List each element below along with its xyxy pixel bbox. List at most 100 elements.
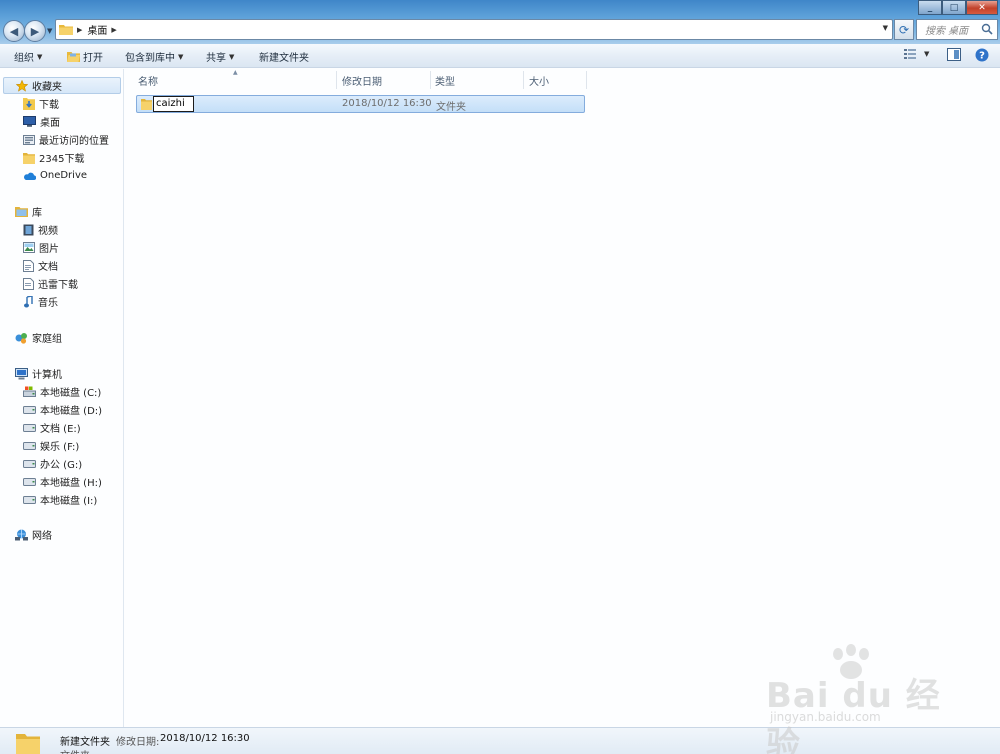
file-list-pane: ▲ 名称 修改日期 类型 大小 caizhi 2018/10/12 16:30 … (125, 69, 1000, 727)
nav-item-videos[interactable]: 视频 (23, 221, 58, 238)
nav-label: 2345下载 (39, 154, 85, 165)
nav-label: 视频 (38, 226, 58, 237)
address-dropdown-icon[interactable]: ▼ (883, 24, 888, 32)
network-icon (15, 529, 28, 540)
organize-button[interactable]: 组织 ▼ (14, 49, 43, 65)
breadcrumb-separator-icon[interactable]: ▶ (111, 26, 116, 34)
organize-label: 组织 (14, 53, 34, 64)
minimize-button[interactable]: _ (918, 0, 942, 15)
preview-pane-icon (947, 48, 961, 61)
nav-homegroup[interactable]: 家庭组 (15, 329, 62, 346)
column-resize-handle[interactable] (430, 71, 431, 89)
share-label: 共享 (206, 53, 226, 64)
details-item-type: 文件夹 (60, 747, 90, 754)
nav-label: 娱乐 (F:) (40, 442, 80, 453)
refresh-icon: ⟳ (898, 22, 910, 37)
column-resize-handle[interactable] (523, 71, 524, 89)
new-folder-button[interactable]: 新建文件夹 (259, 49, 309, 64)
rename-input[interactable]: caizhi (153, 96, 194, 112)
file-type: 文件夹 (436, 102, 466, 113)
chevron-down-icon[interactable]: ▼ (924, 50, 929, 58)
column-header-name[interactable]: 名称 (138, 71, 158, 89)
recent-pages-dropdown[interactable]: ▼ (47, 27, 52, 35)
document-icon (23, 259, 34, 272)
hard-drive-icon (23, 423, 36, 432)
navigation-pane: 收藏夹 下载 桌面 最近访问的位置 2345下载 OneDrive 库 视频 图… (0, 69, 124, 727)
hard-drive-icon (23, 495, 36, 504)
hard-drive-icon (23, 405, 36, 414)
desktop-icon (23, 116, 36, 127)
search-placeholder: 搜索 桌面 (925, 26, 969, 37)
nav-libraries[interactable]: 库 (15, 203, 42, 220)
chevron-down-icon: ▼ (37, 52, 43, 61)
breadcrumb-separator-icon[interactable]: ▶ (77, 26, 82, 34)
column-label: 名称 (138, 76, 158, 88)
change-view-button[interactable]: ▼ (904, 48, 929, 60)
nav-drive-e[interactable]: 文档 (E:) (23, 419, 81, 436)
close-button[interactable]: ✕ (966, 0, 998, 15)
nav-drive-i[interactable]: 本地磁盘 (I:) (23, 491, 97, 508)
nav-label: 库 (32, 208, 42, 219)
nav-item-thunder-downloads[interactable]: 迅雷下载 (23, 275, 78, 292)
column-resize-handle[interactable] (336, 71, 337, 89)
title-bar: _ □ ✕ ◀ ▶ ▼ ▶ 桌面 ▶ ▼ ⟳ 搜索 桌面 (0, 0, 1000, 44)
breadcrumb-desktop[interactable]: 桌面 (87, 22, 107, 37)
hard-drive-icon (23, 441, 36, 450)
nav-item-documents[interactable]: 文档 (23, 257, 58, 274)
chevron-down-icon: ▼ (178, 52, 184, 61)
nav-item-recent-places[interactable]: 最近访问的位置 (23, 131, 109, 148)
nav-item-music[interactable]: 音乐 (23, 293, 58, 310)
nav-label: 图片 (39, 244, 59, 255)
nav-item-onedrive[interactable]: OneDrive (23, 167, 87, 184)
downloads-folder-icon (23, 98, 35, 110)
homegroup-icon (15, 332, 27, 344)
star-icon (16, 79, 28, 92)
preview-pane-button[interactable] (947, 48, 961, 61)
file-row[interactable]: caizhi 2018/10/12 16:30 文件夹 (136, 95, 585, 113)
nav-drive-g[interactable]: 办公 (G:) (23, 455, 82, 472)
folder-icon (59, 25, 73, 35)
include-in-library-button[interactable]: 包含到库中 ▼ (125, 49, 184, 65)
nav-item-2345-downloads[interactable]: 2345下载 (23, 149, 84, 166)
forward-button[interactable]: ▶ (24, 20, 46, 42)
chevron-down-icon: ▼ (229, 52, 235, 61)
nav-drive-f[interactable]: 娱乐 (F:) (23, 437, 79, 454)
nav-item-desktop[interactable]: 桌面 (23, 113, 60, 130)
nav-item-pictures[interactable]: 图片 (23, 239, 59, 256)
nav-drive-c[interactable]: 本地磁盘 (C:) (23, 383, 101, 400)
command-toolbar: 组织 ▼ 打开 包含到库中 ▼ 共享 ▼ 新建文件夹 ▼ ? (0, 44, 1000, 68)
new-folder-label: 新建文件夹 (259, 53, 309, 64)
column-header-type[interactable]: 类型 (435, 71, 455, 89)
search-icon[interactable] (981, 23, 993, 35)
column-resize-handle[interactable] (586, 71, 587, 89)
help-button[interactable]: ? (975, 48, 989, 62)
nav-computer[interactable]: 计算机 (15, 365, 62, 382)
nav-label: OneDrive (40, 170, 88, 181)
address-bar[interactable]: ▶ 桌面 ▶ ▼ (55, 19, 893, 40)
nav-favorites[interactable]: 收藏夹 (3, 77, 121, 94)
column-label: 大小 (529, 76, 549, 88)
nav-label: 桌面 (40, 118, 60, 129)
maximize-button[interactable]: □ (942, 0, 966, 15)
details-pane: 新建文件夹 修改日期: 2018/10/12 16:30 文件夹 (0, 727, 1000, 754)
column-header-size[interactable]: 大小 (529, 71, 549, 89)
nav-drive-d[interactable]: 本地磁盘 (D:) (23, 401, 102, 418)
nav-label: 音乐 (38, 298, 58, 309)
open-button[interactable]: 打开 (67, 49, 103, 64)
nav-drive-h[interactable]: 本地磁盘 (H:) (23, 473, 102, 490)
nav-label: 家庭组 (32, 334, 62, 345)
nav-label: 文档 (38, 262, 58, 273)
refresh-button[interactable]: ⟳ (894, 19, 914, 40)
nav-item-downloads[interactable]: 下载 (23, 95, 59, 112)
svg-text:?: ? (979, 51, 985, 62)
column-header-modified[interactable]: 修改日期 (342, 71, 382, 89)
window-controls: _ □ ✕ (918, 0, 998, 15)
back-button[interactable]: ◀ (3, 20, 25, 42)
nav-network[interactable]: 网络 (15, 526, 52, 543)
share-button[interactable]: 共享 ▼ (206, 49, 235, 65)
picture-icon (23, 242, 35, 253)
column-label: 修改日期 (342, 76, 382, 88)
nav-label: 最近访问的位置 (39, 136, 109, 147)
open-folder-icon (67, 52, 80, 62)
search-box[interactable]: 搜索 桌面 (916, 19, 998, 40)
